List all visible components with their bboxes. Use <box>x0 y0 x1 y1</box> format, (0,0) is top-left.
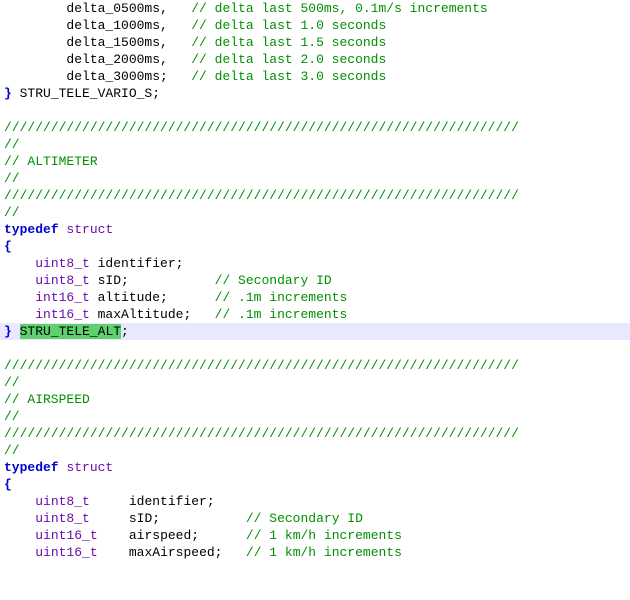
code-line: uint8_t identifier; <box>0 255 630 272</box>
comment: // <box>4 137 20 152</box>
brace: { <box>4 477 12 492</box>
typename: uint8_t <box>35 273 90 288</box>
comment: ////////////////////////////////////////… <box>4 188 519 203</box>
code-line: uint8_t sID; // Secondary ID <box>0 510 630 527</box>
code-line: delta_1500ms, // delta last 1.5 seconds <box>0 34 630 51</box>
typename: int16_t <box>35 290 90 305</box>
brace: { <box>4 239 12 254</box>
code-line: delta_1000ms, // delta last 1.0 seconds <box>0 17 630 34</box>
comment: // 1 km/h increments <box>246 545 402 560</box>
comment: // <box>4 409 20 424</box>
comment: // 1 km/h increments <box>246 528 402 543</box>
code-line: // <box>0 136 630 153</box>
code-line: uint16_t airspeed; // 1 km/h increments <box>0 527 630 544</box>
comment: // delta last 3.0 seconds <box>191 69 386 84</box>
code-line: int16_t maxAltitude; // .1m increments <box>0 306 630 323</box>
code-line: // <box>0 442 630 459</box>
code-line: delta_2000ms, // delta last 2.0 seconds <box>0 51 630 68</box>
identifier: delta_1000ms, <box>66 18 167 33</box>
comment: ////////////////////////////////////////… <box>4 358 519 373</box>
identifier: airspeed; <box>129 528 246 543</box>
identifier: altitude; <box>90 290 215 305</box>
code-line: // <box>0 408 630 425</box>
identifier: delta_2000ms, <box>66 52 167 67</box>
typename: uint16_t <box>35 528 97 543</box>
code-line <box>0 102 630 119</box>
identifier: identifier; <box>90 256 184 271</box>
code-line <box>0 340 630 357</box>
comment: // Secondary ID <box>246 511 363 526</box>
code-line: delta_3000ms; // delta last 3.0 seconds <box>0 68 630 85</box>
comment: // delta last 1.0 seconds <box>191 18 386 33</box>
identifier: sID; <box>129 511 246 526</box>
comment: ////////////////////////////////////////… <box>4 120 519 135</box>
comment: // ALTIMETER <box>4 154 98 169</box>
typename: int16_t <box>35 307 90 322</box>
code-line: typedef struct <box>0 459 630 476</box>
code-line: uint8_t sID; // Secondary ID <box>0 272 630 289</box>
code-line: uint8_t identifier; <box>0 493 630 510</box>
comment: // Secondary ID <box>215 273 332 288</box>
brace: } <box>4 86 12 101</box>
typename: uint16_t <box>35 545 97 560</box>
comment: // delta last 2.0 seconds <box>191 52 386 67</box>
comment: // <box>4 375 20 390</box>
comment: ////////////////////////////////////////… <box>4 426 519 441</box>
comment: // <box>4 205 20 220</box>
code-line: typedef struct <box>0 221 630 238</box>
comment: // .1m increments <box>215 307 348 322</box>
code-line: } STRU_TELE_VARIO_S; <box>0 85 630 102</box>
code-line: { <box>0 238 630 255</box>
keyword: typedef <box>4 460 59 475</box>
code-line: // ALTIMETER <box>0 153 630 170</box>
typename: struct <box>66 460 113 475</box>
identifier: delta_0500ms, <box>66 1 167 16</box>
code-line: } STRU_TELE_ALT; <box>0 323 630 340</box>
code-line: int16_t altitude; // .1m increments <box>0 289 630 306</box>
code-line: ////////////////////////////////////////… <box>0 187 630 204</box>
typename: struct <box>66 222 113 237</box>
identifier: maxAirspeed; <box>129 545 246 560</box>
typename: uint8_t <box>35 511 90 526</box>
comment: // <box>4 443 20 458</box>
typename: uint8_t <box>35 494 90 509</box>
code-line: { <box>0 476 630 493</box>
typename: uint8_t <box>35 256 90 271</box>
code-line: // AIRSPEED <box>0 391 630 408</box>
struct-tag-highlight: STRU_TELE_ALT <box>20 324 121 339</box>
comment: // .1m increments <box>215 290 348 305</box>
identifier: delta_3000ms; <box>66 69 167 84</box>
identifier: identifier; <box>129 494 215 509</box>
comment: // <box>4 171 20 186</box>
comment: // delta last 500ms, 0.1m/s increments <box>191 1 487 16</box>
struct-tag: STRU_TELE_VARIO_S; <box>12 86 160 101</box>
code-line: // <box>0 170 630 187</box>
code-line: uint16_t maxAirspeed; // 1 km/h incremen… <box>0 544 630 561</box>
comment: // AIRSPEED <box>4 392 90 407</box>
code-line: ////////////////////////////////////////… <box>0 119 630 136</box>
code-editor[interactable]: delta_0500ms, // delta last 500ms, 0.1m/… <box>0 0 630 561</box>
code-line: delta_0500ms, // delta last 500ms, 0.1m/… <box>0 0 630 17</box>
code-line: ////////////////////////////////////////… <box>0 425 630 442</box>
identifier: delta_1500ms, <box>66 35 167 50</box>
identifier: maxAltitude; <box>90 307 215 322</box>
comment: // delta last 1.5 seconds <box>191 35 386 50</box>
code-line: // <box>0 374 630 391</box>
brace: } <box>4 324 12 339</box>
code-line: // <box>0 204 630 221</box>
keyword: typedef <box>4 222 59 237</box>
code-line: ////////////////////////////////////////… <box>0 357 630 374</box>
identifier: sID; <box>90 273 215 288</box>
